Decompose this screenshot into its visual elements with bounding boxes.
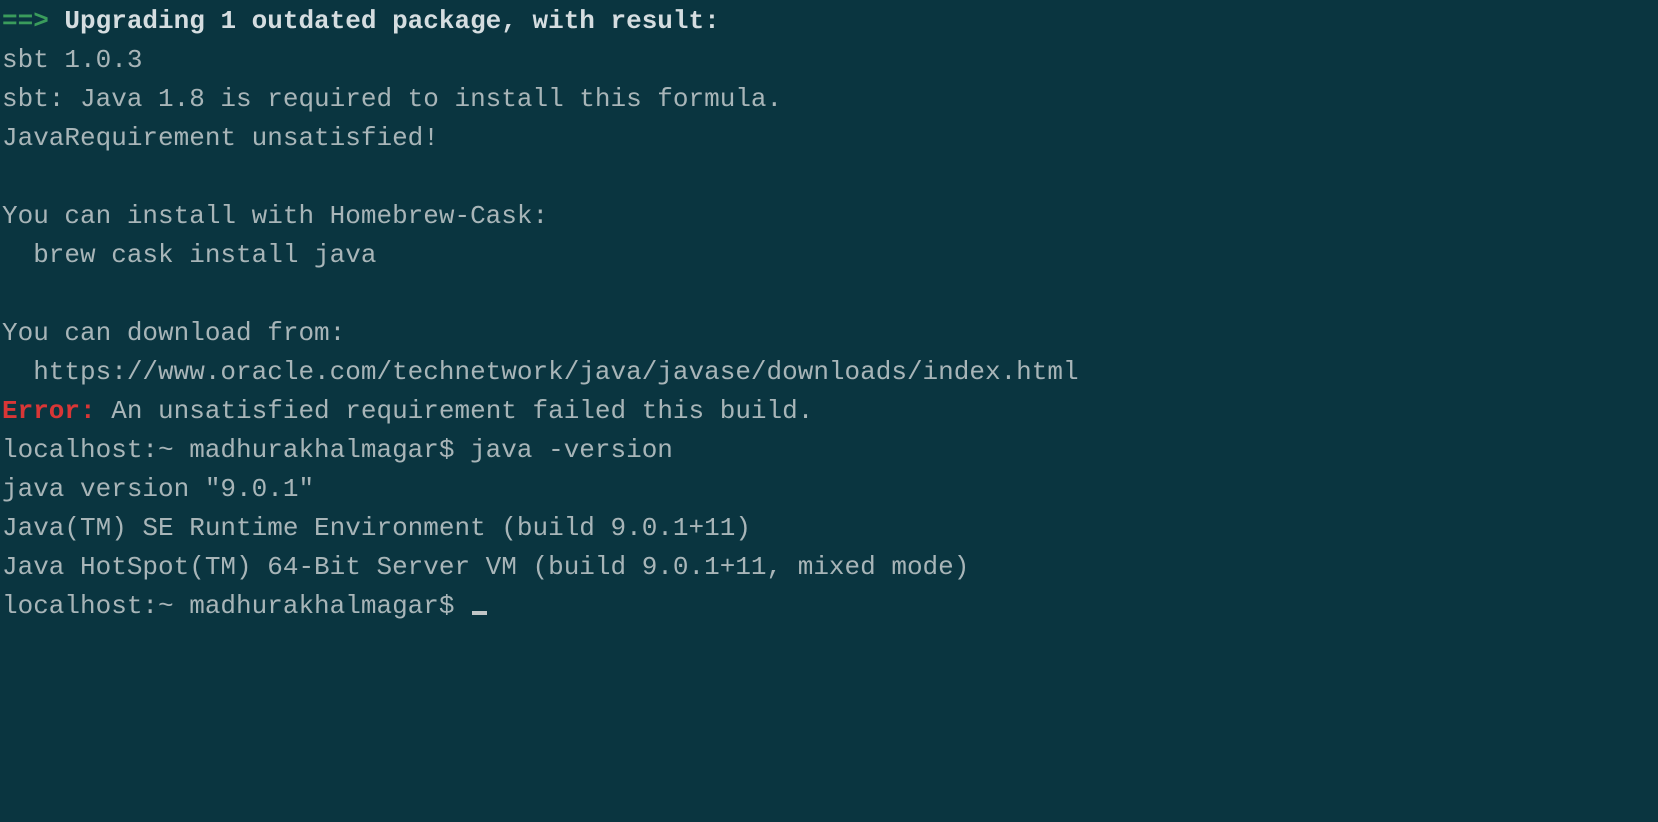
java-runtime-line: Java(TM) SE Runtime Environment (build 9… <box>2 513 751 543</box>
brew-arrow: ==> <box>2 6 49 36</box>
sbt-java-required-line: sbt: Java 1.8 is required to install thi… <box>2 84 782 114</box>
java-hotspot-line: Java HotSpot(TM) 64-Bit Server VM (build… <box>2 552 969 582</box>
error-label: Error: <box>2 396 96 426</box>
error-message: An unsatisfied requirement failed this b… <box>96 396 814 426</box>
shell-prompt: localhost:~ madhurakhalmagar$ <box>2 591 470 621</box>
upgrade-header: Upgrading 1 outdated package, with resul… <box>49 6 720 36</box>
java-requirement-unsatisfied-line: JavaRequirement unsatisfied! <box>2 123 439 153</box>
cursor[interactable] <box>472 611 487 615</box>
shell-prompt: localhost:~ madhurakhalmagar$ <box>2 435 470 465</box>
install-cask-hint-line: You can install with Homebrew-Cask: <box>2 201 548 231</box>
java-version-output-line: java version "9.0.1" <box>2 474 314 504</box>
download-url-line: https://www.oracle.com/technetwork/java/… <box>2 357 1079 387</box>
terminal-output[interactable]: ==> Upgrading 1 outdated package, with r… <box>0 0 1658 626</box>
download-hint-line: You can download from: <box>2 318 345 348</box>
command-java-version: java -version <box>470 435 673 465</box>
sbt-version-line: sbt 1.0.3 <box>2 45 142 75</box>
brew-cask-command-line: brew cask install java <box>2 240 376 270</box>
